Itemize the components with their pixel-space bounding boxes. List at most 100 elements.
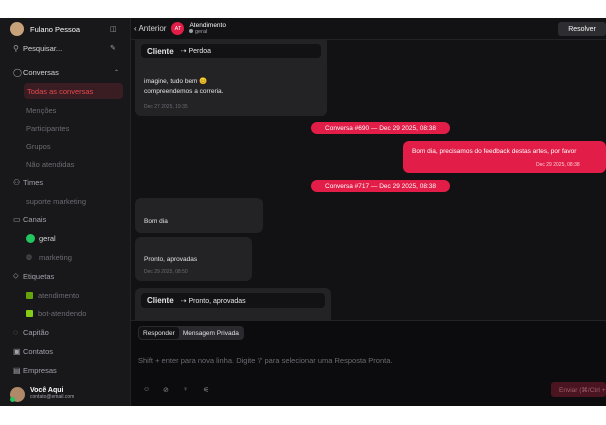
- profile-menu[interactable]: Você Aqui contato@email.com: [0, 384, 131, 404]
- profile-email: contato@email.com: [30, 394, 75, 400]
- channel-icon: [189, 28, 194, 33]
- message-input[interactable]: Shift + enter para nova linha. Digite '/…: [138, 356, 392, 365]
- label-color-swatch: [26, 309, 33, 317]
- resolve-button[interactable]: Resolver: [558, 22, 606, 36]
- whatsapp-icon: [26, 233, 35, 243]
- sidebar-item-participantes[interactable]: Participantes: [0, 120, 131, 136]
- sidebar-item-todas[interactable]: Todas as conversas: [24, 83, 123, 99]
- bot-icon: ◌: [13, 327, 18, 337]
- quoted-author: Cliente: [147, 296, 174, 305]
- contact-card-icon: ▣: [13, 346, 21, 356]
- compose-icon[interactable]: ✎: [110, 44, 116, 52]
- composer-tabs: Responder Mensagem Privada: [138, 326, 244, 340]
- label-color-swatch: [26, 291, 33, 299]
- conversation-title: Atendimento geral: [189, 22, 226, 35]
- sidebar-item-capitao[interactable]: ◌ Capitão: [0, 324, 131, 340]
- sidebar-item-grupos[interactable]: Grupos: [0, 138, 131, 154]
- account-switcher[interactable]: Fulano Pessoa ◫: [0, 21, 131, 37]
- message-bubble-incoming: Cliente ⇢ Perdoa imagine, tudo bem 😊 com…: [135, 40, 327, 116]
- tab-mensagem-privada[interactable]: Mensagem Privada: [179, 327, 243, 339]
- send-button[interactable]: Enviar (⌘/Ctrl + ↵): [551, 382, 606, 397]
- message-timestamp: Dec 29 2025, 08:38: [536, 162, 580, 168]
- quoted-reply[interactable]: Cliente ⇢ Pronto, aprovadas: [141, 293, 325, 308]
- sidebar-item-contatos[interactable]: ▣ Contatos: [0, 343, 131, 359]
- sidebar-item-label: Contatos: [23, 346, 54, 356]
- search-input[interactable]: ⚲ Pesquisar... ✎: [0, 40, 131, 56]
- message-text: Pronto, aprovadas: [144, 256, 198, 263]
- conversation-divider: Conversa #717 — Dec 29 2025, 08:38: [311, 180, 450, 192]
- channel-label: geral: [195, 28, 208, 35]
- conversation-header: ‹ Anterior AT Atendimento geral Resolver: [131, 18, 606, 40]
- message-timestamp: Dec 29 2025, 08:50: [144, 269, 188, 275]
- building-icon: ▤: [13, 365, 21, 375]
- sidebar-item-label: marketing: [39, 252, 72, 262]
- tag-icon: ⬦: [13, 271, 19, 280]
- sidebar-item-geral[interactable]: geral: [0, 230, 131, 246]
- quoted-author: Cliente: [147, 46, 174, 56]
- search-placeholder: Pesquisar...: [23, 43, 63, 53]
- sidebar-item-label: Todas as conversas: [27, 86, 94, 96]
- message-line: compreendemos a correria.: [144, 88, 224, 95]
- quoted-text: ⇢ Perdoa: [180, 48, 212, 55]
- quoted-text: ⇢ Pronto, aprovadas: [180, 297, 246, 305]
- sidebar-item-nao-atendidas[interactable]: Não atendidas: [0, 156, 131, 172]
- sidebar-item-empresas[interactable]: ▤ Empresas: [0, 362, 131, 378]
- sidebar-item-label: Conversas: [23, 67, 59, 77]
- sidebar-item-label: geral: [39, 233, 56, 243]
- sidebar-item-label: Capitão: [23, 327, 49, 337]
- sidebar-item-label: bot-atendendo: [38, 308, 87, 318]
- message-text: Bom dia: [144, 218, 168, 225]
- message-timestamp: Dec 27 2025, 19:35: [144, 104, 188, 110]
- message-text: imagine, tudo bem 😊 compreendemos a corr…: [144, 77, 223, 97]
- signature-icon[interactable]: ⚟: [203, 386, 209, 394]
- online-status-dot: [10, 396, 15, 402]
- users-icon: ⚇: [13, 177, 21, 187]
- sidebar-item-label: Participantes: [26, 123, 70, 133]
- back-button[interactable]: ‹ Anterior: [134, 24, 166, 33]
- message-line: imagine, tudo bem 😊: [144, 78, 208, 85]
- sidebar-item-atendimento[interactable]: atendimento: [0, 287, 131, 303]
- sidebar-item-times[interactable]: ⚇ Times: [0, 174, 131, 190]
- sidebar-item-marketing[interactable]: ◍ marketing: [0, 249, 131, 265]
- sidebar-item-conversas[interactable]: ◯ Conversas ⌃: [0, 64, 131, 80]
- microphone-icon[interactable]: ♀: [183, 386, 188, 393]
- contact-avatar: AT: [171, 22, 185, 35]
- sidebar-toggle-icon[interactable]: ◫: [110, 25, 117, 33]
- channel-name: geral: [189, 28, 226, 35]
- sidebar-item-label: Não atendidas: [26, 159, 75, 169]
- quoted-reply[interactable]: Cliente ⇢ Perdoa: [141, 44, 321, 58]
- message-bubble-incoming: Bom dia: [135, 198, 263, 233]
- reply-composer: Responder Mensagem Privada Shift + enter…: [131, 320, 606, 406]
- sidebar-item-bot[interactable]: bot-atendendo: [0, 305, 131, 321]
- search-icon: ⚲: [13, 43, 19, 53]
- attachment-icon[interactable]: ⊘: [163, 386, 169, 394]
- back-label: Anterior: [138, 24, 167, 33]
- sidebar-item-canais[interactable]: ▭ Canais: [0, 211, 131, 227]
- sidebar-item-mencoes[interactable]: Menções: [0, 102, 131, 118]
- sidebar-item-label: atendimento: [38, 290, 80, 300]
- sidebar-item-label: Grupos: [26, 141, 51, 151]
- sidebar-item-suporte[interactable]: suporte marketing: [0, 193, 131, 209]
- globe-icon: ◍: [26, 254, 33, 261]
- sidebar-item-label: Etiquetas: [23, 271, 55, 281]
- conversation-divider: Conversa #690 — Dec 29 2025, 08:38: [311, 122, 450, 134]
- chat-bubble-icon: ◯: [13, 67, 22, 77]
- message-text: Bom dia, precisamos do feedback destas a…: [412, 148, 577, 155]
- emoji-icon[interactable]: ☺: [143, 386, 150, 393]
- sidebar-item-label: Empresas: [23, 365, 57, 375]
- message-bubble-outgoing: Bom dia, precisamos do feedback destas a…: [403, 141, 606, 173]
- sidebar-item-label: Canais: [23, 214, 47, 224]
- user-avatar: [10, 22, 24, 36]
- sidebar: Fulano Pessoa ◫ ⚲ Pesquisar... ✎ ◯ Conve…: [0, 18, 131, 406]
- app-window: Fulano Pessoa ◫ ⚲ Pesquisar... ✎ ◯ Conve…: [0, 18, 606, 406]
- inbox-icon: ▭: [13, 214, 21, 224]
- sidebar-item-label: Times: [23, 177, 44, 187]
- message-bubble-incoming: Pronto, aprovadas Dec 29 2025, 08:50: [135, 237, 252, 281]
- profile-avatar: [10, 386, 25, 402]
- chevron-up-icon: ⌃: [114, 69, 120, 76]
- sidebar-item-etiquetas[interactable]: ⬦ Etiquetas: [0, 268, 131, 284]
- message-bubble-incoming: Cliente ⇢ Pronto, aprovadas: [135, 288, 331, 320]
- user-name: Fulano Pessoa: [30, 24, 81, 34]
- tab-responder[interactable]: Responder: [139, 327, 179, 339]
- sidebar-item-label: suporte marketing: [26, 196, 87, 206]
